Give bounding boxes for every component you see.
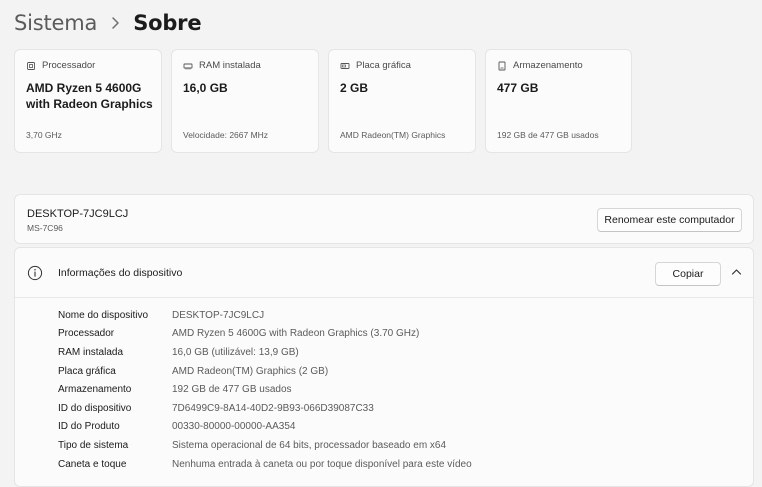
info-icon [27,265,43,281]
spec-card-detail: Velocidade: 2667 MHz [183,130,269,140]
spec-label: Caneta e toque [58,458,127,470]
ram-icon [183,63,193,69]
breadcrumb-parent-sistema[interactable]: Sistema [14,11,97,35]
spec-card-detail: AMD Radeon(TM) Graphics [340,130,446,140]
spec-row-device-id: ID do dispositivo 7D6499C9-8A14-40D2-9B9… [58,399,472,418]
spec-card-processor: Processador AMD Ryzen 5 4600G with Radeo… [14,49,162,153]
spec-label: Processador [58,328,115,340]
spec-card-value: AMD Ryzen 5 4600G with Radeon Graphics [26,81,153,111]
spec-value: 00330-80000-00000-AA354 [172,421,296,433]
device-spec-list: Nome do dispositivo DESKTOP-7JC9LCJ Proc… [58,306,472,473]
spec-card-label: Placa gráfica [356,60,411,71]
spec-label: ID do dispositivo [58,402,132,414]
chevron-up-icon[interactable] [731,268,742,276]
spec-value: Sistema operacional de 64 bits, processa… [172,439,447,451]
spec-label: ID do Produto [58,421,120,433]
spec-row-pen-touch: Caneta e toque Nenhuma entrada à caneta … [58,455,472,474]
spec-card-label: RAM instalada [199,60,261,71]
storage-icon [498,61,506,70]
spec-value: 7D6499C9-8A14-40D2-9B93-066D39087C33 [172,402,374,414]
spec-label: RAM instalada [58,346,124,358]
spec-card-detail: 192 GB de 477 GB usados [497,130,599,140]
cpu-icon [27,61,35,70]
device-model: MS-7C96 [27,223,63,233]
spec-card-value: 477 GB [497,81,539,95]
spec-value: AMD Radeon(TM) Graphics (2 GB) [172,365,329,377]
rename-computer-button[interactable]: Renomear este computador [597,208,742,232]
spec-row-ram: RAM instalada 16,0 GB (utilizável: 13,9 … [58,343,472,362]
spec-card-gpu: Placa gráfica 2 GB AMD Radeon(TM) Graphi… [328,49,476,153]
copy-button[interactable]: Copiar [655,262,721,286]
spec-card-ram: RAM instalada 16,0 GB Velocidade: 2667 M… [171,49,319,153]
spec-card-label: Armazenamento [513,60,583,71]
device-info-title: Informações do dispositivo [58,267,183,279]
spec-card-storage: Armazenamento 477 GB 192 GB de 477 GB us… [485,49,632,153]
device-name-row: DESKTOP-7JC9LCJ MS-7C96 Renomear este co… [14,194,754,244]
spec-value: AMD Ryzen 5 4600G with Radeon Graphics (… [172,328,420,340]
spec-row-device-name: Nome do dispositivo DESKTOP-7JC9LCJ [58,306,472,325]
device-info-header[interactable]: Informações do dispositivo Copiar [15,248,753,298]
spec-card-detail: 3,70 GHz [26,130,62,140]
spec-value: Nenhuma entrada à caneta ou por toque di… [172,458,472,470]
spec-row-processor: Processador AMD Ryzen 5 4600G with Radeo… [58,325,472,344]
spec-label: Placa gráfica [58,365,116,377]
spec-label: Armazenamento [58,384,132,396]
spec-card-label: Processador [42,60,96,71]
spec-row-system-type: Tipo de sistema Sistema operacional de 6… [58,436,472,455]
spec-value: 16,0 GB (utilizável: 13,9 GB) [172,346,299,358]
spec-row-storage: Armazenamento 192 GB de 477 GB usados [58,380,472,399]
spec-row-gpu: Placa gráfica AMD Radeon(TM) Graphics (2… [58,362,472,381]
chevron-right-icon [111,16,120,30]
spec-value: DESKTOP-7JC9LCJ [172,309,265,321]
device-info-section: Informações do dispositivo Copiar Nome d… [14,247,754,487]
breadcrumb: Sistema Sobre [14,9,202,37]
spec-label: Nome do dispositivo [58,309,149,321]
spec-value: 192 GB de 477 GB usados [172,384,292,396]
page-title: Sobre [133,11,202,35]
device-name: DESKTOP-7JC9LCJ [27,208,129,220]
spec-card-value: 2 GB [340,81,369,95]
spec-label: Tipo de sistema [58,439,129,451]
gpu-icon [340,62,350,69]
spec-row-product-id: ID do Produto 00330-80000-00000-AA354 [58,418,472,437]
spec-card-value: 16,0 GB [183,81,228,95]
